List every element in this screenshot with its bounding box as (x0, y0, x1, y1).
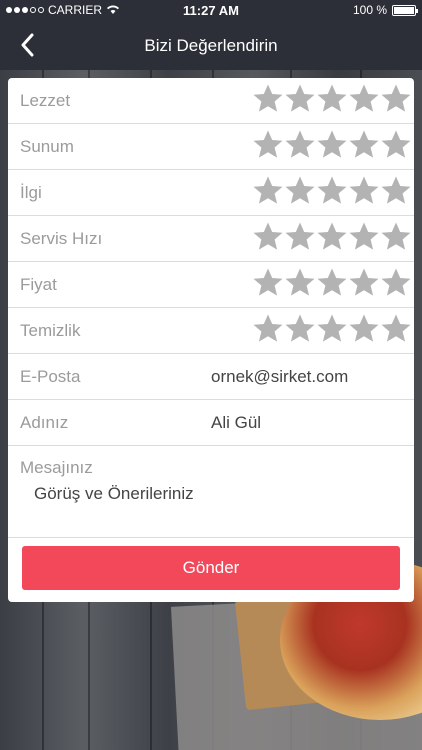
email-field[interactable]: ornek@sirket.com (211, 367, 348, 387)
rating-label: Lezzet (20, 91, 71, 110)
star-icon[interactable] (284, 267, 316, 299)
rating-row: Servis Hızı (8, 216, 414, 262)
rating-row: Lezzet (8, 78, 414, 124)
battery-icon (392, 4, 418, 16)
star-icon[interactable] (252, 129, 284, 161)
star-icon[interactable] (316, 175, 348, 207)
rating-row: Fiyat (8, 262, 414, 308)
rating-label: Fiyat (20, 275, 57, 294)
star-icon[interactable] (316, 221, 348, 253)
name-label: Adınız (20, 413, 69, 432)
star-icon[interactable] (284, 221, 316, 253)
star-icon[interactable] (316, 129, 348, 161)
rating-label: Servis Hızı (20, 229, 103, 248)
star-rating (252, 83, 412, 115)
battery-status: 100 % (352, 3, 418, 17)
rating-label: İlgi (20, 183, 42, 202)
rating-row: İlgi (8, 170, 414, 216)
star-icon[interactable] (284, 129, 316, 161)
navigation-bar: Bizi Değerlendirin (0, 20, 422, 70)
rating-label: Sunum (20, 137, 74, 156)
star-icon[interactable] (348, 83, 380, 115)
battery-label: 100 % (352, 3, 387, 17)
star-icon[interactable] (252, 313, 284, 345)
rating-row: Temizlik (8, 308, 414, 354)
email-label: E-Posta (20, 367, 81, 386)
star-icon[interactable] (252, 83, 284, 115)
star-icon[interactable] (380, 267, 412, 299)
rating-row: Sunum (8, 124, 414, 170)
star-icon[interactable] (348, 129, 380, 161)
star-icon[interactable] (252, 221, 284, 253)
star-rating (252, 129, 412, 161)
star-icon[interactable] (380, 83, 412, 115)
star-icon[interactable] (380, 313, 412, 345)
star-icon[interactable] (316, 83, 348, 115)
star-icon[interactable] (348, 175, 380, 207)
message-label: Mesajınız (20, 458, 93, 477)
message-field[interactable]: Görüş ve Önerileriniz (34, 484, 394, 524)
star-rating (252, 267, 412, 299)
star-icon[interactable] (284, 175, 316, 207)
rating-label: Temizlik (20, 321, 81, 340)
name-field[interactable]: Ali Gül (211, 413, 261, 433)
star-icon[interactable] (252, 175, 284, 207)
send-button[interactable]: Gönder (22, 546, 400, 590)
email-row: E-Posta ornek@sirket.com (8, 354, 414, 400)
star-icon[interactable] (316, 313, 348, 345)
rating-form: Lezzet Sunum İlgi Servis Hızı Fiyat Temizlik … (8, 78, 414, 602)
star-rating (252, 175, 412, 207)
star-rating (252, 313, 412, 345)
status-bar: CARRIER 11:27 AM 100 % (0, 0, 422, 20)
star-icon[interactable] (348, 221, 380, 253)
name-row: Adınız Ali Gül (8, 400, 414, 446)
page-title: Bizi Değerlendirin (144, 36, 278, 55)
star-icon[interactable] (284, 83, 316, 115)
star-icon[interactable] (380, 221, 412, 253)
star-rating (252, 221, 412, 253)
message-row: Mesajınız Görüş ve Önerileriniz (8, 446, 414, 538)
star-icon[interactable] (348, 267, 380, 299)
star-icon[interactable] (316, 267, 348, 299)
star-icon[interactable] (252, 267, 284, 299)
star-icon[interactable] (284, 313, 316, 345)
star-icon[interactable] (380, 129, 412, 161)
star-icon[interactable] (348, 313, 380, 345)
star-icon[interactable] (380, 175, 412, 207)
